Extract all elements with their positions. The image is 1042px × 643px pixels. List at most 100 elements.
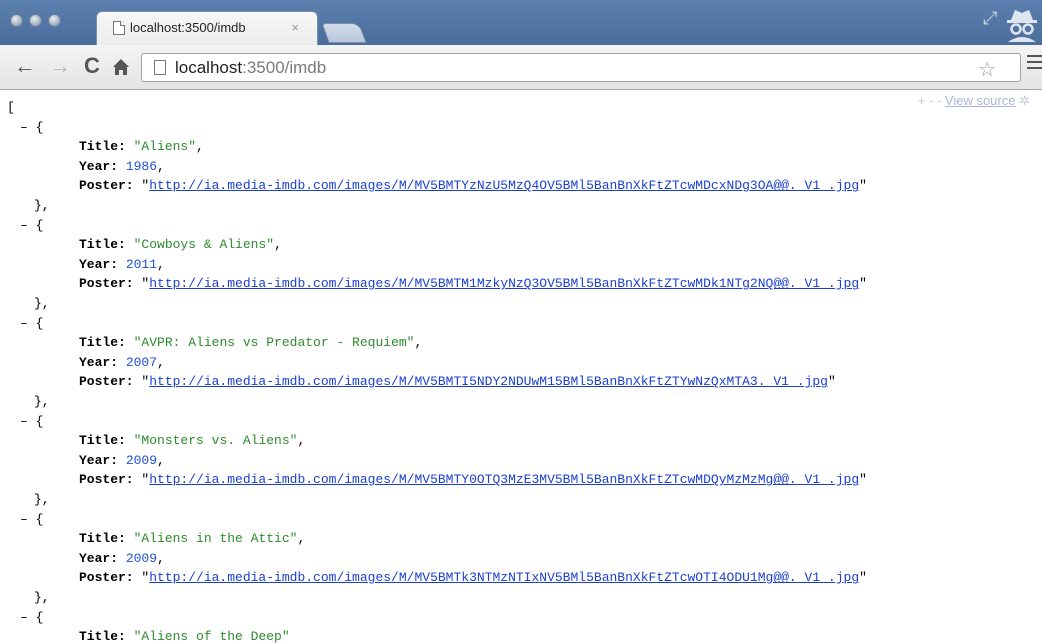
json-object-header: – { (20, 610, 43, 625)
json-viewer: + - - View source ✲ [– {Title: "Aliens",… (0, 91, 1042, 643)
resize-icon[interactable]: ⤢ (983, 8, 997, 29)
key-poster: Poster: (79, 178, 134, 194)
poster-link[interactable]: http://ia.media-imdb.com/images/M/MV5BMT… (149, 276, 859, 291)
quote: " (859, 570, 867, 586)
year-value: 2009 (125, 550, 158, 566)
collapse-toggle[interactable]: – { (20, 512, 43, 527)
close-brace: }, (34, 590, 50, 605)
json-year-line: Year: 2009, (79, 551, 165, 566)
json-title-line: Title: "Aliens of the Deep" (79, 629, 290, 643)
quote: " (133, 276, 150, 292)
tab-close-button[interactable]: × (291, 20, 299, 35)
collapse-toggle[interactable]: – { (20, 218, 43, 233)
collapse-toggle[interactable]: – { (20, 610, 43, 625)
reload-icon[interactable]: C (84, 54, 100, 78)
quote: " (859, 472, 867, 488)
minimize-window-button[interactable] (29, 14, 42, 27)
year-value: 1986 (125, 158, 158, 174)
forward-arrow-icon[interactable]: → (49, 54, 71, 78)
expand-collapse-controls[interactable]: + - (918, 93, 934, 108)
collapse-toggle[interactable]: – { (20, 414, 43, 429)
json-object-header: – { (20, 512, 43, 527)
key-year: Year: (79, 256, 119, 272)
title-value: "Aliens of the Deep" (133, 629, 290, 643)
key-year: Year: (79, 354, 119, 370)
title-value: "Monsters vs. Aliens" (133, 433, 298, 449)
title-value: "Cowboys & Aliens" (133, 237, 275, 253)
quote: " (859, 178, 867, 194)
json-year-line: Year: 1986, (79, 159, 165, 174)
key-title: Title: (79, 335, 126, 351)
gear-icon[interactable]: ✲ (1019, 93, 1030, 108)
json-title-line: Title: "AVPR: Aliens vs Predator - Requi… (79, 335, 422, 350)
close-brace: }, (34, 198, 50, 213)
json-title-line: Title: "Monsters vs. Aliens", (79, 433, 305, 448)
json-title-line: Title: "Aliens in the Attic", (79, 531, 305, 546)
close-brace: }, (34, 492, 50, 507)
poster-link[interactable]: http://ia.media-imdb.com/images/M/MV5BMT… (149, 178, 859, 193)
year-value: 2009 (125, 452, 158, 468)
json-poster-line: Poster: "http://ia.media-imdb.com/images… (79, 276, 867, 291)
back-arrow-icon[interactable]: ← (14, 54, 36, 78)
view-source-link[interactable]: View source (945, 93, 1016, 108)
new-tab-button[interactable] (321, 23, 367, 43)
quote: " (133, 472, 150, 488)
collapse-toggle[interactable]: – { (20, 120, 43, 135)
page-icon (113, 21, 125, 35)
json-object-close: }, (34, 590, 50, 605)
poster-link[interactable]: http://ia.media-imdb.com/images/M/MV5BMT… (149, 472, 859, 487)
poster-link[interactable]: http://ia.media-imdb.com/images/M/MV5BMT… (149, 570, 859, 585)
quote: " (133, 178, 150, 194)
quote: " (827, 374, 836, 390)
quote: " (133, 570, 150, 586)
star-icon[interactable]: ☆ (978, 57, 996, 82)
year-value: 2007 (125, 354, 158, 370)
quote: " (859, 276, 867, 292)
json-year-line: Year: 2009, (79, 453, 165, 468)
comma: , (196, 139, 204, 155)
poster-link[interactable]: http://ia.media-imdb.com/images/M/MV5BMT… (149, 374, 828, 389)
year-value: 2011 (125, 256, 158, 272)
comma: , (274, 237, 282, 253)
key-title: Title: (79, 139, 126, 155)
comma: , (157, 452, 165, 468)
json-poster-line: Poster: "http://ia.media-imdb.com/images… (79, 178, 867, 193)
home-icon[interactable] (112, 58, 130, 76)
json-object-header: – { (20, 120, 43, 135)
zoom-window-button[interactable] (48, 14, 61, 27)
key-title: Title: (79, 237, 126, 253)
quote: " (133, 374, 150, 390)
title-value: "AVPR: Aliens vs Predator - Requiem" (133, 335, 415, 351)
browser-tab-active[interactable]: localhost:3500/imdb × (96, 11, 318, 45)
key-year: Year: (79, 158, 119, 174)
window-titlebar: localhost:3500/imdb × ⤢ (0, 0, 1042, 45)
json-year-line: Year: 2007, (79, 355, 165, 370)
menu-icon[interactable] (1027, 55, 1042, 73)
comma: , (297, 531, 306, 547)
collapse-toggle[interactable]: – { (20, 316, 43, 331)
json-poster-line: Poster: "http://ia.media-imdb.com/images… (79, 374, 836, 389)
title-value: "Aliens" (133, 139, 197, 155)
json-object-close: }, (34, 296, 50, 311)
key-year: Year: (79, 452, 119, 468)
json-poster-line: Poster: "http://ia.media-imdb.com/images… (79, 570, 867, 585)
close-window-button[interactable] (10, 14, 23, 27)
comma: , (414, 335, 423, 351)
address-url[interactable]: localhost:3500/imdb (175, 58, 326, 78)
comma: , (157, 550, 165, 566)
close-brace: }, (34, 394, 50, 409)
address-bar[interactable]: localhost:3500/imdb ☆ (141, 53, 1021, 82)
open-bracket: [ (7, 100, 15, 115)
json-title-line: Title: "Cowboys & Aliens", (79, 237, 282, 252)
comma: , (157, 354, 165, 370)
tab-title: localhost:3500/imdb (130, 20, 246, 35)
